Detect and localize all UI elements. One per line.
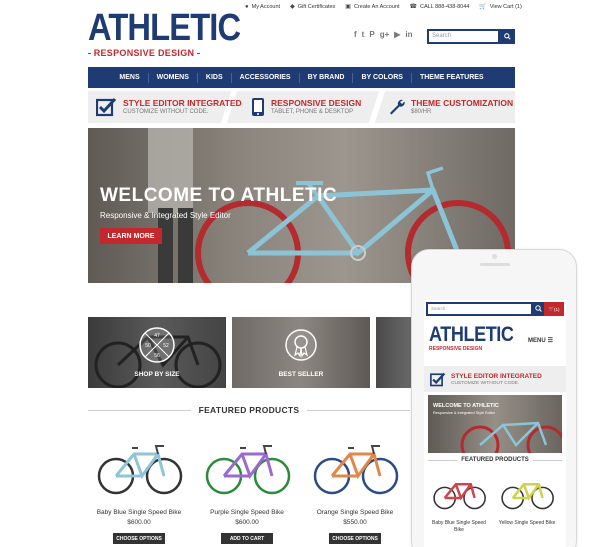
gift-icon: ◆ xyxy=(290,4,295,10)
my-account-link[interactable]: ● My Account xyxy=(245,3,280,10)
search-icon xyxy=(535,305,542,312)
product-image[interactable] xyxy=(499,475,555,511)
twitter-icon[interactable]: t xyxy=(362,30,365,39)
search-input[interactable]: Search xyxy=(427,29,500,44)
mobile-cart-button[interactable]: 🛒 (1) xyxy=(544,302,564,316)
learn-more-button[interactable]: LEARN MORE xyxy=(100,228,162,244)
phone-camera xyxy=(492,254,497,259)
social-links: f t P g+ ▶ in xyxy=(354,30,413,39)
linkedin-icon[interactable]: in xyxy=(405,30,412,39)
feature-customization[interactable]: THEME CUSTOMIZATION $80/HR xyxy=(388,91,513,123)
mobile-product-card: Baby Blue Single Speed Bike xyxy=(428,475,490,534)
product-name[interactable]: Baby Blue Single Speed Bike xyxy=(86,509,192,516)
checkbox-icon xyxy=(96,97,117,117)
google-plus-icon[interactable]: g+ xyxy=(380,30,390,39)
gift-certificates-link[interactable]: ◆ Gift Certificates xyxy=(290,3,335,11)
product-price: $600.00 xyxy=(235,519,259,526)
user-icon: ● xyxy=(245,3,249,10)
create-account-icon: ▣ xyxy=(345,4,351,10)
nav-item-by-brand[interactable]: BY BRAND xyxy=(300,72,354,83)
size-badge-icon: 47 50 52 56 xyxy=(139,327,175,363)
nav-item-kids[interactable]: KIDS xyxy=(198,72,232,83)
cart-icon: 🛒 xyxy=(479,4,487,10)
nav-item-accessories[interactable]: ACCESSORIES xyxy=(232,72,300,83)
product-name[interactable]: Purple Single Speed Bike xyxy=(194,509,300,516)
logo-wordmark: ATHLETIC xyxy=(88,7,241,49)
nav-item-by-colors[interactable]: BY COLORS xyxy=(353,72,412,83)
choose-options-button[interactable]: CHOOSE OPTIONS xyxy=(329,533,381,544)
hero-subtitle: Responsive & Integrated Style Editor xyxy=(100,211,231,220)
mobile-featured-heading: FEATURED PRODUCTS xyxy=(428,457,562,463)
mobile-product-card: Yellow Single Speed Bike xyxy=(496,475,558,527)
site-logo[interactable]: ATHLETIC RESPONSIVE DESIGN xyxy=(88,7,241,58)
product-card: Orange Single Speed Bike $550.00 CHOOSE … xyxy=(302,440,408,544)
create-account-link[interactable]: ▣ Create An Account xyxy=(345,3,399,11)
nav-item-womens[interactable]: WOMENS xyxy=(149,72,198,83)
feature-style-editor[interactable]: STYLE EDITOR INTEGRATED CUSTOMIZE WITHOU… xyxy=(96,91,242,123)
product-image[interactable] xyxy=(202,440,292,496)
call-link[interactable]: ☎ CALL 888-438-8044 xyxy=(409,3,470,11)
nav-item-mens[interactable]: MENS xyxy=(111,72,149,83)
hamburger-icon: ☰ xyxy=(547,338,554,344)
mobile-logo[interactable]: ATHLETIC RESPONSIVE DESIGN xyxy=(429,324,527,352)
phone-speaker xyxy=(480,263,510,266)
product-name[interactable]: Baby Blue Single Speed Bike xyxy=(428,520,490,534)
nav-item-theme-features[interactable]: THEME FEATURES xyxy=(412,73,492,83)
feature-responsive[interactable]: RESPONSIVE DESIGN TABLET, PHONE & DESKTO… xyxy=(251,91,361,123)
choose-options-button[interactable]: CHOOSE OPTIONS xyxy=(113,533,165,544)
checkbox-icon xyxy=(430,372,446,386)
pinterest-icon[interactable]: P xyxy=(369,30,374,39)
search-button[interactable] xyxy=(500,29,515,44)
tile-shop-by-size[interactable]: 47 50 52 56 SHOP BY SIZE xyxy=(88,317,226,388)
product-price: $600.00 xyxy=(127,519,151,526)
product-name[interactable]: Yellow Single Speed Bike xyxy=(496,520,558,527)
product-price: $550.00 xyxy=(343,519,367,526)
mobile-search-button[interactable] xyxy=(533,302,544,316)
youtube-icon[interactable]: ▶ xyxy=(394,30,400,39)
mobile-menu-button[interactable]: MENU ☰ xyxy=(528,337,554,345)
facebook-icon[interactable]: f xyxy=(354,30,357,39)
feature-bar: STYLE EDITOR INTEGRATED CUSTOMIZE WITHOU… xyxy=(88,91,515,123)
phone-icon: ☎ xyxy=(409,4,417,10)
size-52: 52 xyxy=(163,343,169,349)
search-icon xyxy=(504,33,511,40)
product-image[interactable] xyxy=(431,475,487,511)
tile-best-seller[interactable]: BEST SELLER xyxy=(232,317,370,388)
search-form: Search xyxy=(427,29,515,44)
mobile-hero: WELCOME TO ATHLETIC Responsive & Integra… xyxy=(428,395,562,453)
main-nav: MENS WOMENS KIDS ACCESSORIES BY BRAND BY… xyxy=(88,67,515,88)
product-card: Baby Blue Single Speed Bike $600.00 CHOO… xyxy=(86,440,192,544)
wrench-icon xyxy=(390,99,405,115)
phone-screen: Search 🛒 (1) ATHLETIC RESPONSIVE DESIGN M… xyxy=(424,300,566,547)
award-ribbon-icon xyxy=(285,329,317,361)
product-card: Purple Single Speed Bike $600.00 ADD TO … xyxy=(194,440,300,544)
product-image[interactable] xyxy=(94,440,184,496)
hero-title: WELCOME TO ATHLETIC xyxy=(100,185,338,206)
size-47: 47 xyxy=(154,333,160,339)
view-cart-link[interactable]: 🛒 View Cart (1) xyxy=(479,3,521,11)
phone-mockup: Search 🛒 (1) ATHLETIC RESPONSIVE DESIGN M… xyxy=(411,249,577,547)
add-to-cart-button[interactable]: ADD TO CART xyxy=(221,533,273,544)
tile-label: SHOP BY SIZE xyxy=(134,371,180,378)
size-56: 56 xyxy=(154,353,160,359)
tile-third[interactable] xyxy=(376,317,412,388)
logo-tagline: RESPONSIVE DESIGN xyxy=(93,48,195,58)
product-image[interactable] xyxy=(310,440,400,496)
utility-bar: ● My Account ◆ Gift Certificates ▣ Create A… xyxy=(245,3,522,11)
featured-heading: FEATURED PRODUCTS xyxy=(88,405,410,415)
mobile-search-input[interactable]: Search xyxy=(426,302,533,316)
size-50: 50 xyxy=(145,343,151,349)
tile-label: BEST SELLER xyxy=(278,371,324,378)
mobile-feature: STYLE EDITOR INTEGRATED CUSTOMIZE WITHOU… xyxy=(424,366,566,392)
tablet-icon xyxy=(252,98,264,116)
product-name[interactable]: Orange Single Speed Bike xyxy=(302,509,408,516)
